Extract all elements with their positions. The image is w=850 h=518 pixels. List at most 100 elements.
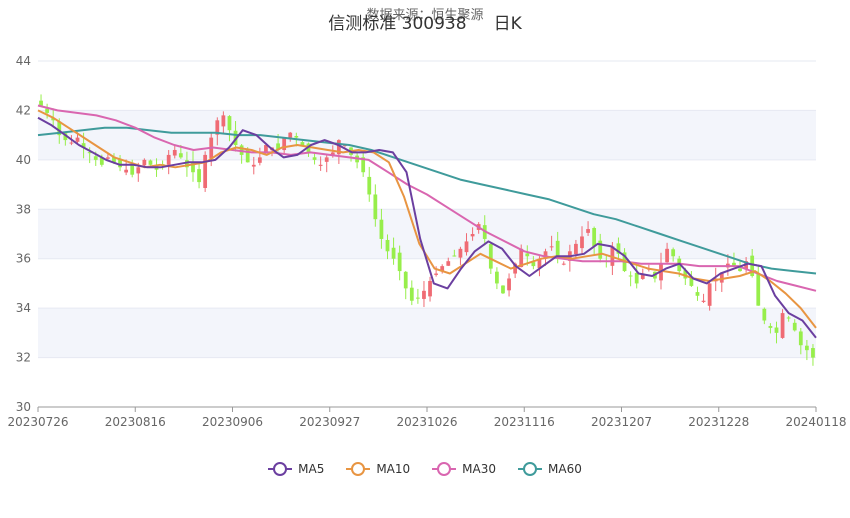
candle-body [379,219,384,239]
x-tick-label: 20230906 [202,415,263,429]
candle-body [756,273,761,306]
candle-body [130,164,135,175]
candle-body [592,228,597,247]
candle-body [288,132,293,138]
candle-body [470,234,475,237]
candle-body [446,261,451,266]
y-tick-label: 40 [16,153,31,167]
candle-body [434,273,439,275]
legend-item-ma10[interactable]: MA10 [346,462,410,476]
candle-body [257,157,262,163]
candle-body [166,154,171,165]
legend-swatch-ma60 [518,462,543,476]
candle-body [172,149,177,156]
legend-swatch-ma10 [346,462,371,476]
candle-body [39,100,43,106]
candle-body [549,246,554,248]
candle-body [415,297,420,299]
candle-body [300,142,305,146]
candle-body [780,313,785,338]
candle-body [203,154,208,188]
y-tick-label: 36 [16,252,31,266]
legend-label-ma30: MA30 [462,462,497,476]
y-tick-label: 42 [16,103,31,117]
legend-swatch-ma5 [268,462,293,476]
candle-body [142,159,147,166]
candle-body [397,252,402,272]
grid-band [38,308,816,358]
y-tick-label: 34 [16,301,31,315]
candle-body [695,292,700,296]
candle-body [93,156,98,160]
candle-body [574,243,578,255]
legend-label-ma5: MA5 [298,462,325,476]
candle-body [792,322,797,331]
grid-band [38,110,816,160]
candle-body [75,137,80,142]
candle-body [561,263,566,265]
candle-body [324,157,329,162]
candle-body [428,280,432,297]
candle-body [178,153,183,158]
candle-body [318,164,323,166]
candle-body [124,169,129,173]
candle-body [671,249,676,257]
legend-label-ma60: MA60 [548,462,582,476]
grid-band [38,209,816,259]
candle-body [628,275,633,277]
y-tick-label: 44 [16,54,31,68]
candle-body [367,176,372,195]
candle-body [422,290,426,299]
candle-body [580,236,584,249]
candle-body [525,253,530,257]
candle-body [738,268,742,272]
y-tick-label: 38 [16,202,31,216]
candle-body [409,287,414,301]
legend-item-ma60[interactable]: MA60 [518,462,582,476]
chart-legend: MA5 MA10 MA30 MA60 [0,462,850,476]
candle-body [312,157,317,160]
candle-body [507,278,511,291]
y-tick-label: 32 [16,351,31,365]
legend-label-ma10: MA10 [376,462,411,476]
x-tick-label: 20240118 [785,415,846,429]
candle-body [464,241,469,253]
candle-body [458,248,463,258]
candle-body [221,115,226,127]
x-tick-label: 20230816 [105,415,166,429]
candle-body [786,317,791,319]
candle-body [403,271,408,289]
candle-body [501,285,505,294]
legend-swatch-ma30 [432,462,457,476]
candlestick-chart: 30 32 34 36 38 40 42 44 20230726 20230816 20230906… [7,54,846,429]
candle-body [768,325,773,328]
candle-body [586,229,590,233]
candle-body [251,164,256,167]
candle-body [495,271,499,284]
candle-body [774,327,779,333]
candle-body [148,160,153,165]
candle-body [45,108,50,113]
candle-body [707,283,712,306]
candle-body [294,136,299,138]
legend-item-ma5[interactable]: MA5 [268,462,324,476]
x-tick-label: 20230927 [299,415,360,429]
y-tick-label: 30 [16,400,31,414]
candle-body [811,348,815,358]
x-tick-label: 20230726 [7,415,68,429]
candle-body [136,167,141,174]
candle-body [385,239,390,252]
candle-body [762,308,767,321]
x-tick-label: 20231228 [688,415,749,429]
candle-body [701,300,706,302]
candle-body [804,345,809,351]
x-tick-label: 20231026 [396,415,457,429]
candle-body [373,194,378,220]
candle-body [69,142,74,144]
x-tick-label: 20231207 [591,415,652,429]
legend-item-ma30[interactable]: MA30 [432,462,496,476]
candle-body [197,169,201,183]
candle-body [391,247,396,259]
candle-body [452,255,457,257]
candle-body [634,272,639,284]
